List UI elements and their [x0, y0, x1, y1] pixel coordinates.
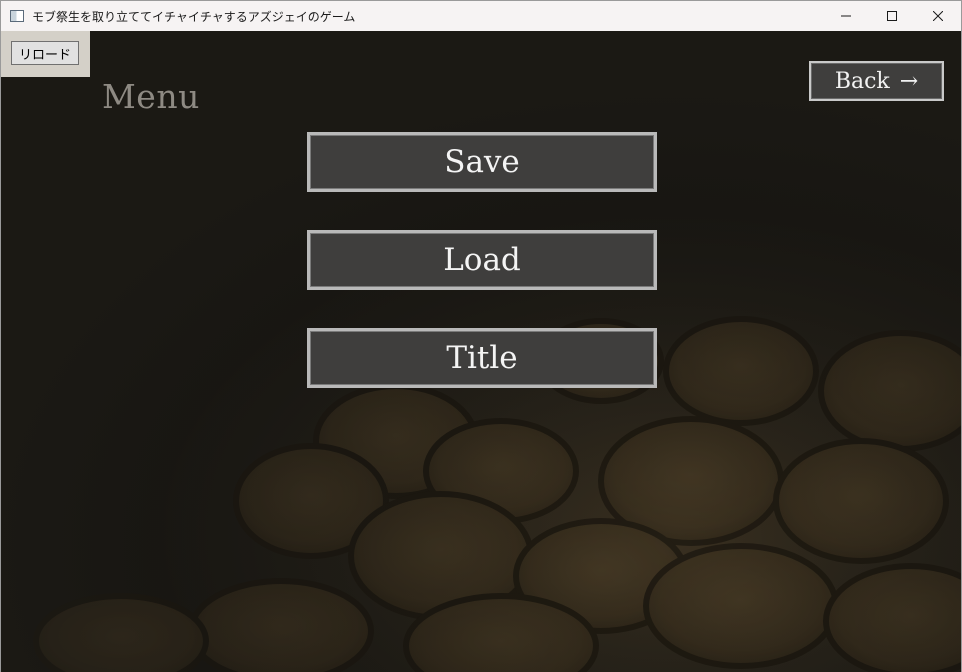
title-bar[interactable]: モブ祭生を取り立ててイチャイチャするアズジェイのゲーム	[1, 1, 961, 31]
back-button[interactable]: Back →	[809, 61, 944, 101]
app-window: モブ祭生を取り立ててイチャイチャするアズジェイのゲーム リロード Menu Ba…	[0, 0, 962, 672]
save-button[interactable]: Save	[307, 132, 657, 192]
title-button[interactable]: Title	[307, 328, 657, 388]
load-button[interactable]: Load	[307, 230, 657, 290]
back-button-label: Back	[834, 68, 890, 94]
game-canvas[interactable]: リロード Menu Back → Save Load Title	[1, 31, 961, 672]
close-button[interactable]	[915, 1, 961, 31]
maximize-icon	[887, 11, 897, 21]
reload-panel: リロード	[1, 31, 90, 77]
close-icon	[933, 11, 943, 21]
app-window-icon	[10, 10, 24, 22]
page-title: Menu	[102, 77, 200, 116]
arrow-right-icon: →	[899, 68, 919, 94]
reload-button[interactable]: リロード	[11, 41, 79, 65]
minimize-icon	[841, 15, 851, 17]
maximize-button[interactable]	[869, 1, 915, 31]
minimize-button[interactable]	[823, 1, 869, 31]
window-title: モブ祭生を取り立ててイチャイチャするアズジェイのゲーム	[32, 9, 356, 24]
window-controls	[823, 1, 961, 31]
